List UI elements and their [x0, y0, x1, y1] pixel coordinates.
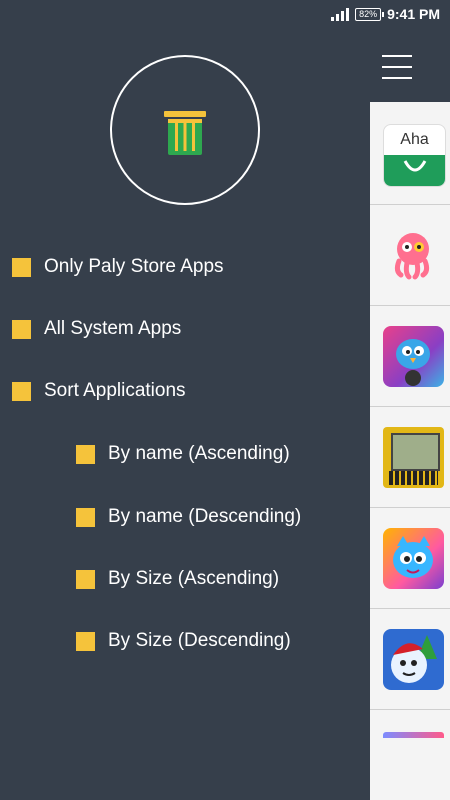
checkbox[interactable]	[12, 319, 31, 339]
app-row-3[interactable]	[370, 306, 450, 407]
option-label: By name (Descending)	[108, 506, 302, 527]
octopus-icon	[383, 225, 444, 286]
app-row-5[interactable]	[370, 508, 450, 609]
battery-level: 82%	[359, 8, 378, 19]
cat-game-icon	[383, 528, 444, 589]
checkbox[interactable]	[76, 631, 95, 651]
option-label: Sort Applications	[44, 380, 186, 401]
option-label: By Size (Ascending)	[108, 568, 280, 589]
sort-option-size-asc[interactable]: By Size (Ascending)	[76, 568, 279, 590]
app-row-1[interactable]: Aha	[370, 104, 450, 205]
app-row-4[interactable]	[370, 407, 450, 508]
aha-icon-label: Aha	[400, 131, 429, 148]
sort-option-size-desc[interactable]: By Size (Descending)	[76, 630, 291, 652]
navigation-drawer: Only Paly Store Apps All System Apps Sor…	[0, 30, 370, 800]
sort-option-name-asc[interactable]: By name (Ascending)	[76, 443, 290, 465]
status-bar: 82% 9:41 PM	[0, 0, 450, 30]
brick-game-icon	[383, 427, 444, 488]
checkbox[interactable]	[76, 569, 95, 589]
app-row-7[interactable]	[370, 710, 450, 800]
option-play-store-apps[interactable]: Only Paly Store Apps	[12, 256, 224, 278]
option-label: All System Apps	[44, 318, 182, 339]
status-time: 9:41 PM	[387, 6, 440, 22]
option-system-apps[interactable]: All System Apps	[12, 318, 181, 340]
top-bar	[370, 30, 450, 102]
app-row-2[interactable]	[370, 205, 450, 306]
checkbox[interactable]	[12, 257, 31, 277]
checkbox[interactable]	[76, 507, 95, 527]
aha-shopping-bag-icon: Aha	[383, 124, 446, 187]
battery-icon: 82%	[355, 7, 385, 21]
clean-button[interactable]	[110, 55, 260, 205]
option-sort-applications[interactable]: Sort Applications	[12, 380, 186, 402]
hamburger-icon[interactable]	[382, 55, 412, 79]
trash-can-icon	[164, 111, 206, 155]
blue-bird-game-icon	[383, 326, 444, 387]
checkbox[interactable]	[76, 444, 95, 464]
option-label: By Size (Descending)	[108, 630, 291, 651]
option-label: Only Paly Store Apps	[44, 256, 224, 277]
status-indicators: 82% 9:41 PM	[331, 6, 440, 22]
signal-icon	[331, 7, 350, 21]
app-row-6[interactable]	[370, 609, 450, 710]
option-label: By name (Ascending)	[108, 443, 290, 464]
checkbox[interactable]	[12, 381, 31, 401]
partial-app-icon	[383, 732, 444, 738]
snowman-game-icon	[383, 629, 444, 690]
sort-option-name-desc[interactable]: By name (Descending)	[76, 506, 301, 528]
